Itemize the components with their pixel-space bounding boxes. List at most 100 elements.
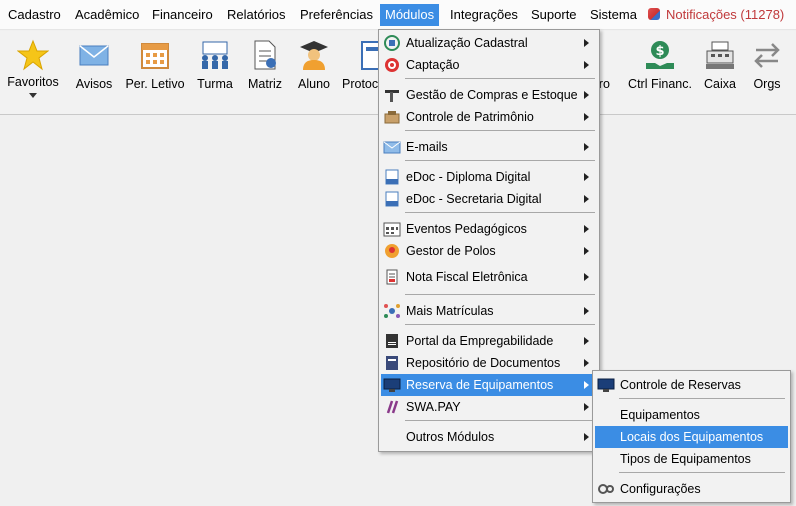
menu-item-label: Gestão de Compras e Estoque: [406, 88, 578, 102]
cash-register-icon: [706, 41, 734, 69]
submenu-item-configuracoes[interactable]: Configurações: [595, 478, 788, 500]
toolbar-ctrl-financ-button[interactable]: $ Ctrl Financ.: [626, 39, 694, 91]
menu-item-label: Controle de Reservas: [620, 378, 741, 392]
menu-item-edoc-secretaria[interactable]: eDoc - Secretaria Digital: [381, 188, 597, 210]
menu-item-repositorio-documentos[interactable]: Repositório de Documentos: [381, 352, 597, 374]
toolbar-favoritos-button[interactable]: Favoritos: [6, 39, 60, 98]
menu-item-label: E-mails: [406, 140, 448, 154]
menu-suporte[interactable]: Suporte: [526, 4, 582, 26]
toolbar-aluno-button[interactable]: Aluno: [294, 39, 334, 91]
chevron-right-icon: [584, 143, 589, 151]
menu-modulos[interactable]: Módulos: [380, 4, 439, 26]
toolbar-periodo-letivo-button[interactable]: Per. Letivo: [124, 39, 186, 91]
toolbar-label: Favoritos: [7, 75, 59, 89]
toolbar-label: Ctrl Financ.: [628, 77, 692, 91]
menu-item-label: Atualização Cadastral: [406, 36, 528, 50]
chevron-right-icon: [584, 39, 589, 47]
menu-item-eventos-pedagogicos[interactable]: Eventos Pedagógicos: [381, 218, 597, 240]
menu-cadastro[interactable]: Cadastro: [3, 4, 66, 26]
menu-relatorios[interactable]: Relatórios: [222, 4, 291, 26]
menu-item-controle-patrimonio[interactable]: Controle de Patrimônio: [381, 106, 597, 128]
chevron-right-icon: [584, 61, 589, 69]
network-icon: [384, 304, 400, 318]
menu-item-label: Captação: [406, 58, 460, 72]
menu-item-mais-matriculas[interactable]: Mais Matrículas: [381, 300, 597, 322]
menu-preferencias[interactable]: Preferências: [295, 4, 378, 26]
edoc-icon: [385, 191, 399, 207]
chevron-down-icon[interactable]: [29, 93, 37, 98]
tools-icon: [385, 90, 399, 102]
menu-separator: [405, 212, 595, 213]
monitor-icon: [597, 378, 615, 392]
mail-icon: [383, 141, 401, 154]
submenu-item-tipos-equipamentos[interactable]: Tipos de Equipamentos: [595, 448, 788, 470]
menu-item-label: Outros Módulos: [406, 430, 495, 444]
menu-item-outros-modulos[interactable]: Outros Módulos: [381, 426, 597, 448]
menu-integracoes[interactable]: Integrações: [445, 4, 523, 26]
menu-item-atualizacao-cadastral[interactable]: Atualização Cadastral: [381, 32, 597, 54]
submenu-item-controle-reservas[interactable]: Controle de Reservas: [595, 374, 788, 396]
menu-item-gestao-compras-estoque[interactable]: Gestão de Compras e Estoque: [381, 84, 597, 106]
notifications-link[interactable]: Notificações (11278): [648, 4, 784, 26]
toolbar-turma-button[interactable]: Turma: [194, 39, 236, 91]
menu-item-gestor-polos[interactable]: Gestor de Polos: [381, 240, 597, 262]
toolbar-label: Turma: [197, 77, 233, 91]
toolbar-label: Caixa: [704, 77, 736, 91]
invoice-icon: [386, 269, 398, 285]
refresh-icon: [384, 35, 400, 51]
box-icon: [384, 111, 400, 124]
chevron-right-icon: [584, 195, 589, 203]
menu-item-label: Locais dos Equipamentos: [620, 430, 764, 444]
menu-item-captacao[interactable]: Captação: [381, 54, 597, 76]
chevron-right-icon: [584, 359, 589, 367]
menu-separator: [619, 398, 785, 399]
chevron-right-icon: [584, 433, 589, 441]
menu-item-reserva-equipamentos[interactable]: Reserva de Equipamentos: [381, 374, 597, 396]
calendar-icon: [141, 43, 169, 69]
menu-separator: [405, 160, 595, 161]
menu-academico[interactable]: Acadêmico: [70, 4, 144, 26]
toolbar-label: Per. Letivo: [125, 77, 185, 91]
menu-separator: [619, 472, 785, 473]
notification-icon: [648, 8, 660, 20]
menu-item-label: Eventos Pedagógicos: [406, 222, 527, 236]
toolbar-label: Aluno: [298, 77, 330, 91]
menu-item-label: Portal da Empregabilidade: [406, 334, 554, 348]
menu-item-emails[interactable]: E-mails: [381, 136, 597, 158]
menu-item-portal-empregabilidade[interactable]: Portal da Empregabilidade: [381, 330, 597, 352]
star-icon: [17, 39, 49, 71]
menu-item-swa-pay[interactable]: SWA.PAY: [381, 396, 597, 418]
menu-bar: Cadastro Acadêmico Financeiro Relatórios…: [0, 0, 796, 30]
toolbar-orgs-button[interactable]: Orgs: [748, 39, 786, 91]
menu-separator: [405, 78, 595, 79]
menu-item-label: Configurações: [620, 482, 701, 496]
chevron-right-icon: [584, 113, 589, 121]
menu-item-label: Equipamentos: [620, 408, 700, 422]
menu-sistema[interactable]: Sistema: [585, 4, 642, 26]
toolbar-caixa-button[interactable]: Caixa: [702, 39, 738, 91]
menu-financeiro[interactable]: Financeiro: [147, 4, 218, 26]
menu-item-label: Controle de Patrimônio: [406, 110, 534, 124]
submenu-item-locais-equipamentos[interactable]: Locais dos Equipamentos: [595, 426, 788, 448]
notifications-label: Notificações (11278): [666, 7, 785, 22]
menu-item-nota-fiscal[interactable]: Nota Fiscal Eletrônica: [381, 266, 597, 288]
swapay-icon: [386, 400, 399, 414]
modulos-dropdown: Atualização Cadastral Captação Gestão de…: [378, 29, 600, 452]
repository-icon: [386, 356, 398, 370]
reserva-submenu: Controle de Reservas Equipamentos Locais…: [592, 370, 791, 503]
chevron-right-icon: [584, 381, 589, 389]
target-icon: [385, 58, 399, 72]
events-icon: [383, 222, 401, 237]
chevron-right-icon: [584, 91, 589, 99]
toolbar-matriz-button[interactable]: Matriz: [244, 39, 286, 91]
menu-item-edoc-diploma[interactable]: eDoc - Diploma Digital: [381, 166, 597, 188]
toolbar-label: Matriz: [247, 77, 283, 91]
toolbar-label: Avisos: [75, 77, 113, 91]
cv-icon: [386, 334, 398, 348]
menu-item-label: Repositório de Documentos: [406, 356, 561, 370]
submenu-item-equipamentos[interactable]: Equipamentos: [595, 404, 788, 426]
menu-item-label: Reserva de Equipamentos: [406, 378, 554, 392]
toolbar-avisos-button[interactable]: Avisos: [72, 39, 116, 91]
menu-item-label: Tipos de Equipamentos: [620, 452, 751, 466]
monitor-icon: [383, 378, 401, 392]
